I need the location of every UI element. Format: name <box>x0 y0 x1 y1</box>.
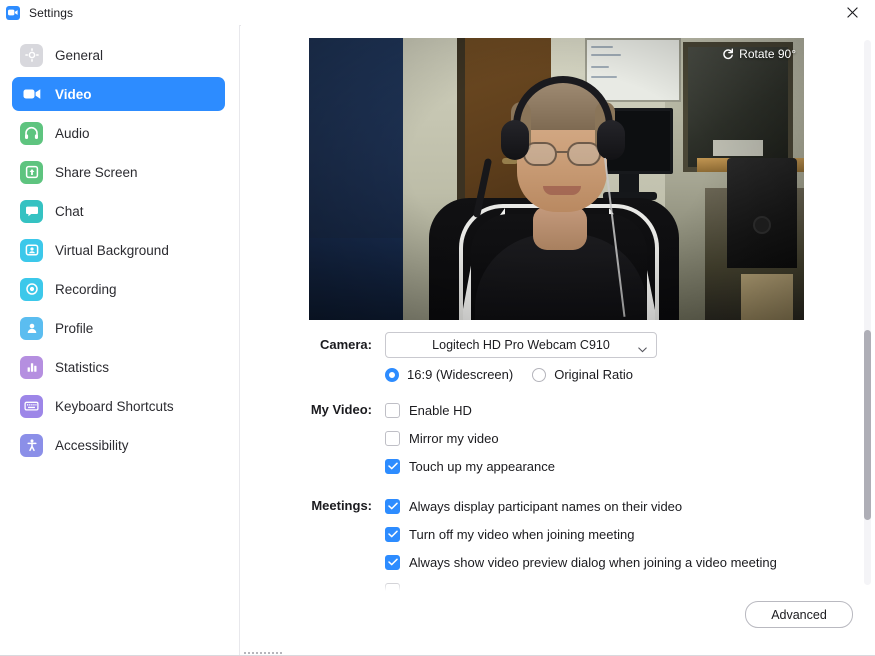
share-screen-icon <box>20 160 43 184</box>
sidebar-item-general[interactable]: General <box>12 38 225 72</box>
checkbox-indicator <box>385 554 400 570</box>
checkbox-indicator <box>385 458 400 474</box>
sidebar-item-video[interactable]: Video <box>12 77 225 111</box>
sidebar-item-label: Chat <box>55 203 84 219</box>
chat-bubble-icon <box>20 199 43 223</box>
checkbox-label: Always show video preview dialog when jo… <box>409 554 777 570</box>
aspect-ratio-options: 16:9 (Widescreen) Original Ratio <box>385 367 875 382</box>
sidebar-item-label: Virtual Background <box>55 242 169 258</box>
close-icon[interactable] <box>830 0 875 24</box>
checkbox-always-display-participant-names[interactable]: Always display participant names on thei… <box>385 492 875 520</box>
sidebar-item-label: Recording <box>55 281 117 297</box>
sidebar-item-accessibility[interactable]: Accessibility <box>12 428 225 462</box>
checkbox-enable-hd[interactable]: Enable HD <box>385 396 875 424</box>
sidebar-item-label: Share Screen <box>55 164 138 180</box>
rotate-90-label: Rotate 90° <box>739 47 796 61</box>
sidebar-item-virtual-background[interactable]: Virtual Background <box>12 233 225 267</box>
zoom-camera-icon <box>6 5 20 20</box>
sidebar-item-label: Statistics <box>55 359 110 375</box>
checkbox-indicator <box>385 498 400 514</box>
sidebar-item-label: General <box>55 47 104 63</box>
camera-select[interactable]: Logitech HD Pro Webcam C910 <box>385 332 657 358</box>
checkbox-label: Enable HD <box>409 402 472 418</box>
checkbox-indicator <box>385 526 400 542</box>
sidebar-item-statistics[interactable]: Statistics <box>12 350 225 384</box>
window-title: Settings <box>29 5 74 20</box>
bar-chart-icon <box>20 355 43 379</box>
sidebar-item-label: Profile <box>55 320 94 336</box>
checkbox-turn-off-my-video-when-joining[interactable]: Turn off my video when joining meeting <box>385 520 875 548</box>
radio-indicator <box>532 367 547 382</box>
rotate-icon <box>722 48 734 60</box>
my-video-row: My Video: Enable HD Mirror my video Touc… <box>241 396 875 480</box>
checkbox-label: Turn off my video when joining meeting <box>409 526 635 542</box>
record-circle-icon <box>20 277 43 301</box>
rotate-90-button[interactable]: Rotate 90° <box>722 47 796 61</box>
radio-label: Original Ratio <box>554 367 633 382</box>
keyboard-icon <box>20 394 43 418</box>
footer-bar: Advanced <box>241 594 875 656</box>
video-preview: Rotate 90° <box>309 38 804 320</box>
camera-row: Camera: Logitech HD Pro Webcam C910 16:9… <box>241 332 875 382</box>
sidebar-item-chat[interactable]: Chat <box>12 194 225 228</box>
sidebar-item-label: Keyboard Shortcuts <box>55 398 174 414</box>
settings-scroll-area: Rotate 90° Camera: Logitech HD Pro Webca… <box>241 25 875 594</box>
checkbox-label: Touch up my appearance <box>409 458 555 474</box>
sidebar-item-share-screen[interactable]: Share Screen <box>12 155 225 189</box>
camera-label: Camera: <box>319 337 372 352</box>
video-camera-icon <box>20 83 43 106</box>
checkbox-touch-up-my-appearance[interactable]: Touch up my appearance <box>385 452 875 480</box>
person-icon <box>20 316 43 340</box>
accessibility-icon <box>20 433 43 457</box>
settings-scrollbar[interactable] <box>864 40 871 585</box>
checkbox-indicator <box>385 402 400 418</box>
settings-form: Camera: Logitech HD Pro Webcam C910 16:9… <box>241 332 875 594</box>
sidebar-item-audio[interactable]: Audio <box>12 116 225 150</box>
radio-indicator <box>385 367 399 382</box>
preview-vignette <box>309 38 804 320</box>
radio-original-ratio[interactable]: Original Ratio <box>532 367 633 382</box>
checkbox-clipped-partial[interactable] <box>385 576 875 594</box>
my-video-label: My Video: <box>310 402 372 417</box>
sidebar-item-label: Accessibility <box>55 437 129 453</box>
headphones-icon <box>20 121 43 145</box>
sidebar-item-label: Video <box>55 86 92 102</box>
checkbox-label: Mirror my video <box>409 430 499 446</box>
scrollbar-thumb[interactable] <box>864 330 871 520</box>
camera-select-value: Logitech HD Pro Webcam C910 <box>432 338 610 352</box>
virtual-background-icon <box>20 238 43 262</box>
advanced-button[interactable]: Advanced <box>745 601 853 628</box>
checkbox-always-show-video-preview-dialog[interactable]: Always show video preview dialog when jo… <box>385 548 875 576</box>
sidebar-item-keyboard-shortcuts[interactable]: Keyboard Shortcuts <box>12 389 225 423</box>
gear-icon <box>20 43 43 67</box>
checkbox-indicator <box>385 582 400 594</box>
meetings-label: Meetings: <box>311 498 372 513</box>
radio-16-9-widescreen[interactable]: 16:9 (Widescreen) <box>385 367 513 382</box>
sidebar-item-profile[interactable]: Profile <box>12 311 225 345</box>
chevron-down-icon <box>638 342 647 356</box>
checkbox-indicator <box>385 430 400 446</box>
meetings-row: Meetings: Always display participant nam… <box>241 492 875 594</box>
checkbox-label: Always display participant names on thei… <box>409 498 683 514</box>
checkbox-mirror-my-video[interactable]: Mirror my video <box>385 424 875 452</box>
sidebar: General Video Audio Share Screen Chat Vi… <box>0 25 240 656</box>
content-pane: Rotate 90° Camera: Logitech HD Pro Webca… <box>241 25 875 656</box>
sidebar-item-recording[interactable]: Recording <box>12 272 225 306</box>
sidebar-item-label: Audio <box>55 125 90 141</box>
radio-label: 16:9 (Widescreen) <box>407 367 514 382</box>
title-bar: Settings <box>0 0 875 26</box>
